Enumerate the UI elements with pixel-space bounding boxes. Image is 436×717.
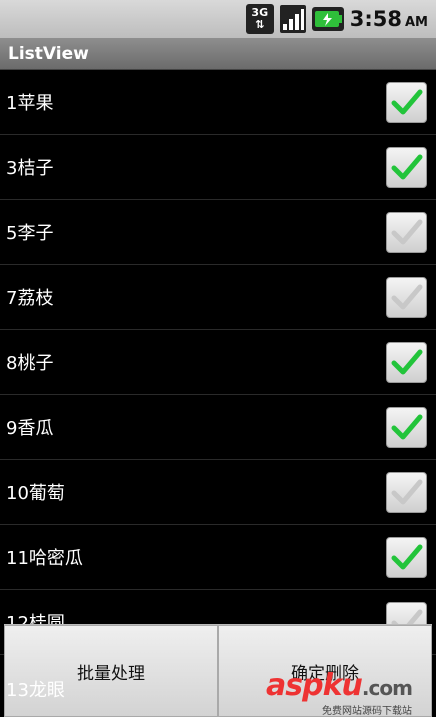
checkbox[interactable]: [386, 406, 427, 448]
checkbox[interactable]: [386, 211, 427, 253]
clock-ampm: AM: [405, 15, 428, 30]
list-item[interactable]: 11哈密瓜: [0, 525, 436, 590]
battery-charging-icon: [311, 7, 344, 31]
watermark-suffix: .com: [361, 676, 413, 700]
network-3g-icon: 3G ⇅: [245, 4, 274, 34]
app-title-bar: ListView: [0, 38, 436, 70]
list-item-label: 3桔子: [6, 158, 54, 179]
status-bar: 3G ⇅ 3:58 AM: [0, 0, 436, 38]
watermark-subtitle: 免费网站源码下载站: [322, 706, 412, 717]
checkbox[interactable]: [386, 276, 427, 318]
watermark-logo: aspku.com: [266, 668, 413, 703]
check-icon: [391, 89, 422, 115]
checkbox[interactable]: [386, 81, 427, 123]
list-item[interactable]: 8桃子: [0, 330, 436, 395]
fruit-list[interactable]: 1苹果 3桔子 5李子 7荔枝 8桃子 9香瓜 10葡萄 11哈密瓜 12桂圆: [0, 70, 436, 655]
list-item-label: 1苹果: [6, 93, 54, 114]
list-item-label: 8桃子: [6, 353, 54, 374]
watermark-brand: aspku: [266, 668, 363, 703]
check-icon: [391, 544, 422, 570]
list-item-label: 7荔枝: [6, 288, 54, 309]
list-item-label: 5李子: [6, 223, 54, 244]
check-disabled-icon: [391, 284, 422, 310]
status-clock: 3:58 AM: [350, 7, 428, 31]
list-item-label: 11哈密瓜: [6, 548, 83, 569]
checkbox[interactable]: [386, 146, 427, 188]
signal-strength-icon: [279, 5, 306, 33]
app-title: ListView: [8, 43, 89, 64]
batch-process-button[interactable]: 批量处理: [4, 625, 218, 717]
check-icon: [391, 414, 422, 440]
check-disabled-icon: [391, 479, 422, 505]
list-item[interactable]: 5李子: [0, 200, 436, 265]
checkbox[interactable]: [386, 471, 427, 513]
list-item-label: 9香瓜: [6, 418, 54, 439]
list-item[interactable]: 7荔枝: [0, 265, 436, 330]
list-item[interactable]: 10葡萄: [0, 460, 436, 525]
list-item[interactable]: 1苹果: [0, 70, 436, 135]
clock-time: 3:58: [349, 7, 402, 31]
checkbox[interactable]: [386, 341, 427, 383]
check-icon: [391, 154, 422, 180]
list-item-label-partial: 13龙眼: [6, 680, 65, 701]
check-disabled-icon: [391, 219, 422, 245]
list-item[interactable]: 9香瓜: [0, 395, 436, 460]
list-item[interactable]: 3桔子: [0, 135, 436, 200]
checkbox[interactable]: [386, 536, 427, 578]
check-icon: [391, 349, 422, 375]
list-item-label: 10葡萄: [6, 483, 65, 504]
